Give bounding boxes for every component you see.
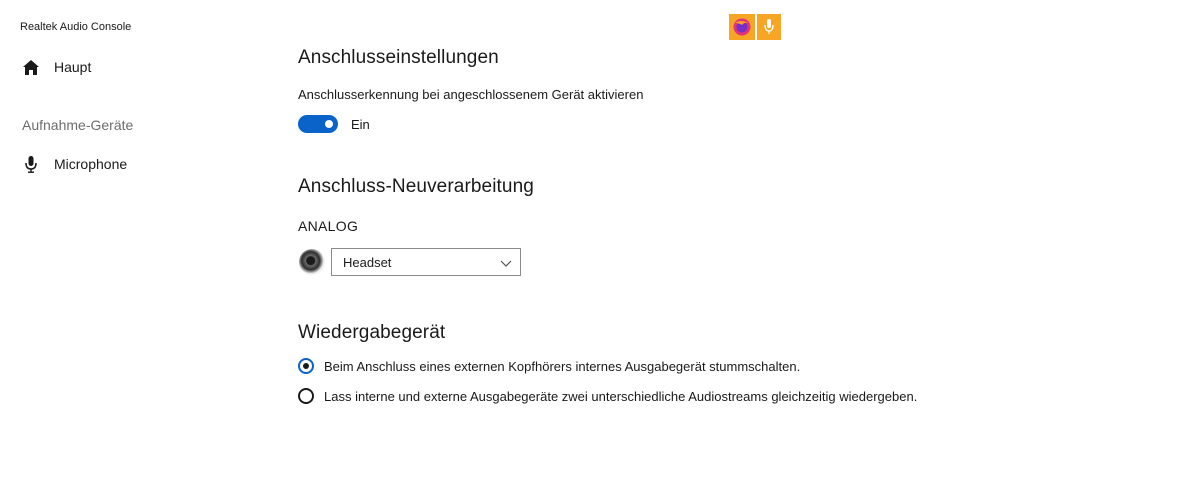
connection-detection-toggle[interactable] — [298, 115, 338, 133]
chevron-down-icon — [500, 255, 512, 270]
section-title-playback: Wiedergabegerät — [298, 322, 446, 343]
section-title-connection-settings: Anschlusseinstellungen — [298, 47, 499, 68]
section-title-reassignment: Anschluss-Neuverarbeitung — [298, 176, 534, 197]
home-icon — [22, 58, 40, 76]
sidebar-item-haupt[interactable]: Haupt — [22, 58, 91, 76]
microphone-icon — [22, 155, 40, 173]
playback-option-mute-internal[interactable]: Beim Anschluss eines externen Kopfhörers… — [298, 358, 800, 374]
audio-jack-icon — [299, 249, 325, 275]
radio-label: Lass interne und externe Ausgabegeräte z… — [324, 388, 918, 404]
analog-group-label: ANALOG — [298, 218, 359, 234]
toggle-label: Ein — [351, 116, 370, 132]
tray-icons — [729, 14, 781, 40]
microphone-icon[interactable] — [757, 14, 781, 40]
connection-detection-description: Anschlusserkennung bei angeschlossenem G… — [298, 87, 644, 102]
sidebar-section-label: Aufnahme-Geräte — [22, 117, 134, 133]
analog-device-row: Headset — [299, 248, 521, 276]
firefox-icon[interactable] — [729, 14, 755, 40]
radio-button[interactable] — [298, 388, 314, 404]
connection-detection-toggle-row: Ein — [298, 115, 370, 133]
radio-button-selected[interactable] — [298, 358, 314, 374]
device-type-selected: Headset — [343, 254, 392, 270]
app-title: Realtek Audio Console — [20, 21, 132, 33]
radio-label: Beim Anschluss eines externen Kopfhörers… — [324, 358, 801, 374]
sidebar-item-label: Haupt — [54, 59, 92, 75]
toggle-knob — [325, 120, 333, 128]
playback-option-separate-streams[interactable]: Lass interne und externe Ausgabegeräte z… — [298, 388, 917, 404]
sidebar-item-microphone[interactable]: Microphone — [22, 155, 127, 173]
sidebar-item-label: Microphone — [54, 156, 128, 172]
device-type-dropdown[interactable]: Headset — [331, 248, 521, 276]
